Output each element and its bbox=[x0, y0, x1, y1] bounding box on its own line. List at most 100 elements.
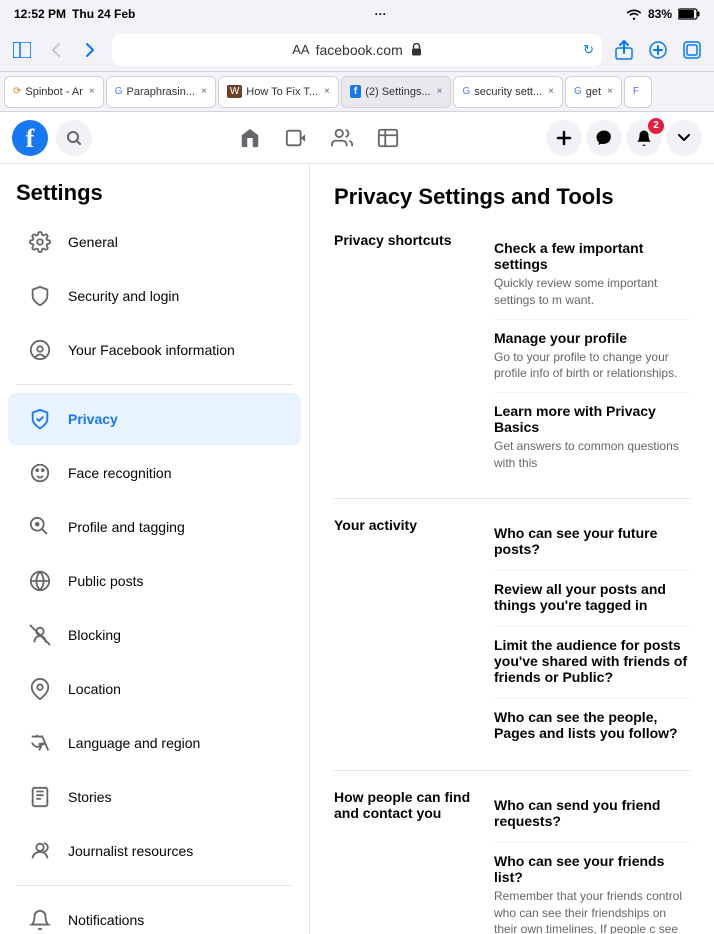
status-time: 12:52 PM bbox=[14, 7, 66, 21]
person-circle-icon bbox=[24, 334, 56, 366]
tab-close-icon[interactable]: × bbox=[324, 86, 330, 97]
limit-audience-item[interactable]: Limit the audience for posts you've shar… bbox=[494, 627, 690, 699]
facebook-logo[interactable]: f bbox=[12, 120, 48, 156]
header-actions: 2 bbox=[546, 120, 702, 156]
public-posts-label: Public posts bbox=[68, 573, 143, 589]
tab-settings[interactable]: f (2) Settings... × bbox=[341, 76, 452, 108]
sidebar-item-location[interactable]: Location bbox=[8, 663, 301, 715]
add-tab-button[interactable] bbox=[644, 36, 672, 64]
tab-f[interactable]: F bbox=[624, 76, 652, 108]
aa-label: AA bbox=[292, 42, 309, 57]
review-posts-title: Review all your posts and things you're … bbox=[494, 581, 690, 613]
messenger-button[interactable] bbox=[586, 120, 622, 156]
privacy-icon bbox=[24, 403, 56, 435]
manage-profile-title: Manage your profile bbox=[494, 330, 690, 346]
privacy-basics-desc: Get answers to common questions with thi… bbox=[494, 438, 690, 472]
nav-home[interactable] bbox=[228, 116, 272, 160]
sidebar-item-notifications[interactable]: Notifications bbox=[8, 894, 301, 934]
search-button[interactable] bbox=[56, 120, 92, 156]
future-posts-item[interactable]: Who can see your future posts? bbox=[494, 515, 690, 571]
sidebar-divider-2 bbox=[16, 885, 293, 886]
shield-icon bbox=[24, 280, 56, 312]
content-title: Privacy Settings and Tools bbox=[334, 184, 690, 210]
sidebar-item-public-posts[interactable]: Public posts bbox=[8, 555, 301, 607]
sidebar-item-privacy[interactable]: Privacy bbox=[8, 393, 301, 445]
notifications-label: Notifications bbox=[68, 912, 144, 928]
review-posts-item[interactable]: Review all your posts and things you're … bbox=[494, 571, 690, 627]
tab-spinbot[interactable]: ⟳ Spinbot - Ar × bbox=[4, 76, 104, 108]
sidebar-item-fb-info[interactable]: Your Facebook information bbox=[8, 324, 301, 376]
sidebar-toggle-button[interactable] bbox=[8, 36, 36, 64]
general-label: General bbox=[68, 234, 118, 250]
manage-profile-item[interactable]: Manage your profile Go to your profile t… bbox=[494, 320, 690, 394]
privacy-basics-title: Learn more with Privacy Basics bbox=[494, 403, 690, 435]
messenger-icon bbox=[595, 129, 613, 147]
friends-list-title: Who can see your friends list? bbox=[494, 853, 690, 885]
notifications-button[interactable]: 2 bbox=[626, 120, 662, 156]
sidebar-item-profile[interactable]: Profile and tagging bbox=[8, 501, 301, 553]
tab-paraphrasing[interactable]: G Paraphrasin... × bbox=[106, 76, 216, 108]
create-button[interactable] bbox=[546, 120, 582, 156]
nav-video[interactable] bbox=[274, 116, 318, 160]
profile-label: Profile and tagging bbox=[68, 519, 185, 535]
nav-marketplace[interactable] bbox=[366, 116, 410, 160]
sidebar-item-security[interactable]: Security and login bbox=[8, 270, 301, 322]
url-bar[interactable]: AA facebook.com ↻ bbox=[112, 34, 602, 66]
limit-audience-title: Limit the audience for posts you've shar… bbox=[494, 637, 690, 685]
battery-icon bbox=[678, 8, 700, 20]
friends-list-item[interactable]: Who can see your friends list? Remember … bbox=[494, 843, 690, 934]
browser-nav-icons bbox=[8, 36, 104, 64]
browser-bar: AA facebook.com ↻ bbox=[0, 28, 714, 72]
pin-icon bbox=[24, 673, 56, 705]
wifi-icon bbox=[626, 8, 642, 20]
blocking-label: Blocking bbox=[68, 627, 121, 643]
browser-actions bbox=[610, 36, 706, 64]
your-activity-label: Your activity bbox=[334, 515, 474, 754]
sidebar-item-blocking[interactable]: Blocking bbox=[8, 609, 301, 661]
tab-close-icon[interactable]: × bbox=[89, 86, 95, 97]
sidebar-item-stories[interactable]: Stories bbox=[8, 771, 301, 823]
manage-profile-desc: Go to your profile to change your profil… bbox=[494, 349, 690, 383]
tab-close-icon[interactable]: × bbox=[548, 86, 554, 97]
sidebar-item-face[interactable]: Face recognition bbox=[8, 447, 301, 499]
logo-letter: f bbox=[26, 124, 35, 154]
sidebar-item-general[interactable]: General bbox=[8, 216, 301, 268]
search-icon bbox=[66, 130, 82, 146]
facebook-nav bbox=[100, 116, 538, 160]
see-people-title: Who can see the people, Pages and lists … bbox=[494, 709, 690, 741]
sidebar-divider-1 bbox=[16, 384, 293, 385]
share-button[interactable] bbox=[610, 36, 638, 64]
reload-button[interactable]: ↻ bbox=[583, 42, 594, 58]
privacy-basics-item[interactable]: Learn more with Privacy Basics Get answe… bbox=[494, 393, 690, 482]
privacy-shortcuts-items: Check a few important settings Quickly r… bbox=[494, 230, 690, 482]
content-area: Privacy Settings and Tools Privacy short… bbox=[310, 164, 714, 934]
lock-icon bbox=[411, 43, 422, 56]
sidebar-item-journalist[interactable]: Journalist resources bbox=[8, 825, 301, 877]
status-day: Thu 24 Feb bbox=[72, 7, 135, 21]
tab-get[interactable]: G get × bbox=[565, 76, 622, 108]
see-people-item[interactable]: Who can see the people, Pages and lists … bbox=[494, 699, 690, 754]
friend-requests-title: Who can send you friend requests? bbox=[494, 797, 690, 829]
tab-close-icon[interactable]: × bbox=[201, 86, 207, 97]
forward-button[interactable] bbox=[76, 36, 104, 64]
menu-button[interactable] bbox=[666, 120, 702, 156]
tab-close-icon[interactable]: × bbox=[437, 86, 443, 97]
tab-howtofix[interactable]: W How To Fix T... × bbox=[218, 76, 339, 108]
notifications-bell-icon bbox=[24, 904, 56, 934]
check-settings-item[interactable]: Check a few important settings Quickly r… bbox=[494, 230, 690, 320]
notification-count: 2 bbox=[648, 118, 664, 134]
tabs-button[interactable] bbox=[678, 36, 706, 64]
stories-label: Stories bbox=[68, 789, 112, 805]
battery-level: 83% bbox=[648, 7, 672, 21]
face-label: Face recognition bbox=[68, 465, 172, 481]
url-text: facebook.com bbox=[316, 42, 403, 58]
gear-icon bbox=[24, 226, 56, 258]
sidebar-item-language[interactable]: Language and region bbox=[8, 717, 301, 769]
tab-security[interactable]: G security sett... × bbox=[453, 76, 562, 108]
privacy-shortcuts-section: Privacy shortcuts Check a few important … bbox=[334, 230, 690, 499]
back-button[interactable] bbox=[42, 36, 70, 64]
friend-requests-item[interactable]: Who can send you friend requests? bbox=[494, 787, 690, 843]
sidebar-title: Settings bbox=[0, 164, 309, 214]
tab-close-icon[interactable]: × bbox=[607, 86, 613, 97]
nav-people[interactable] bbox=[320, 116, 364, 160]
